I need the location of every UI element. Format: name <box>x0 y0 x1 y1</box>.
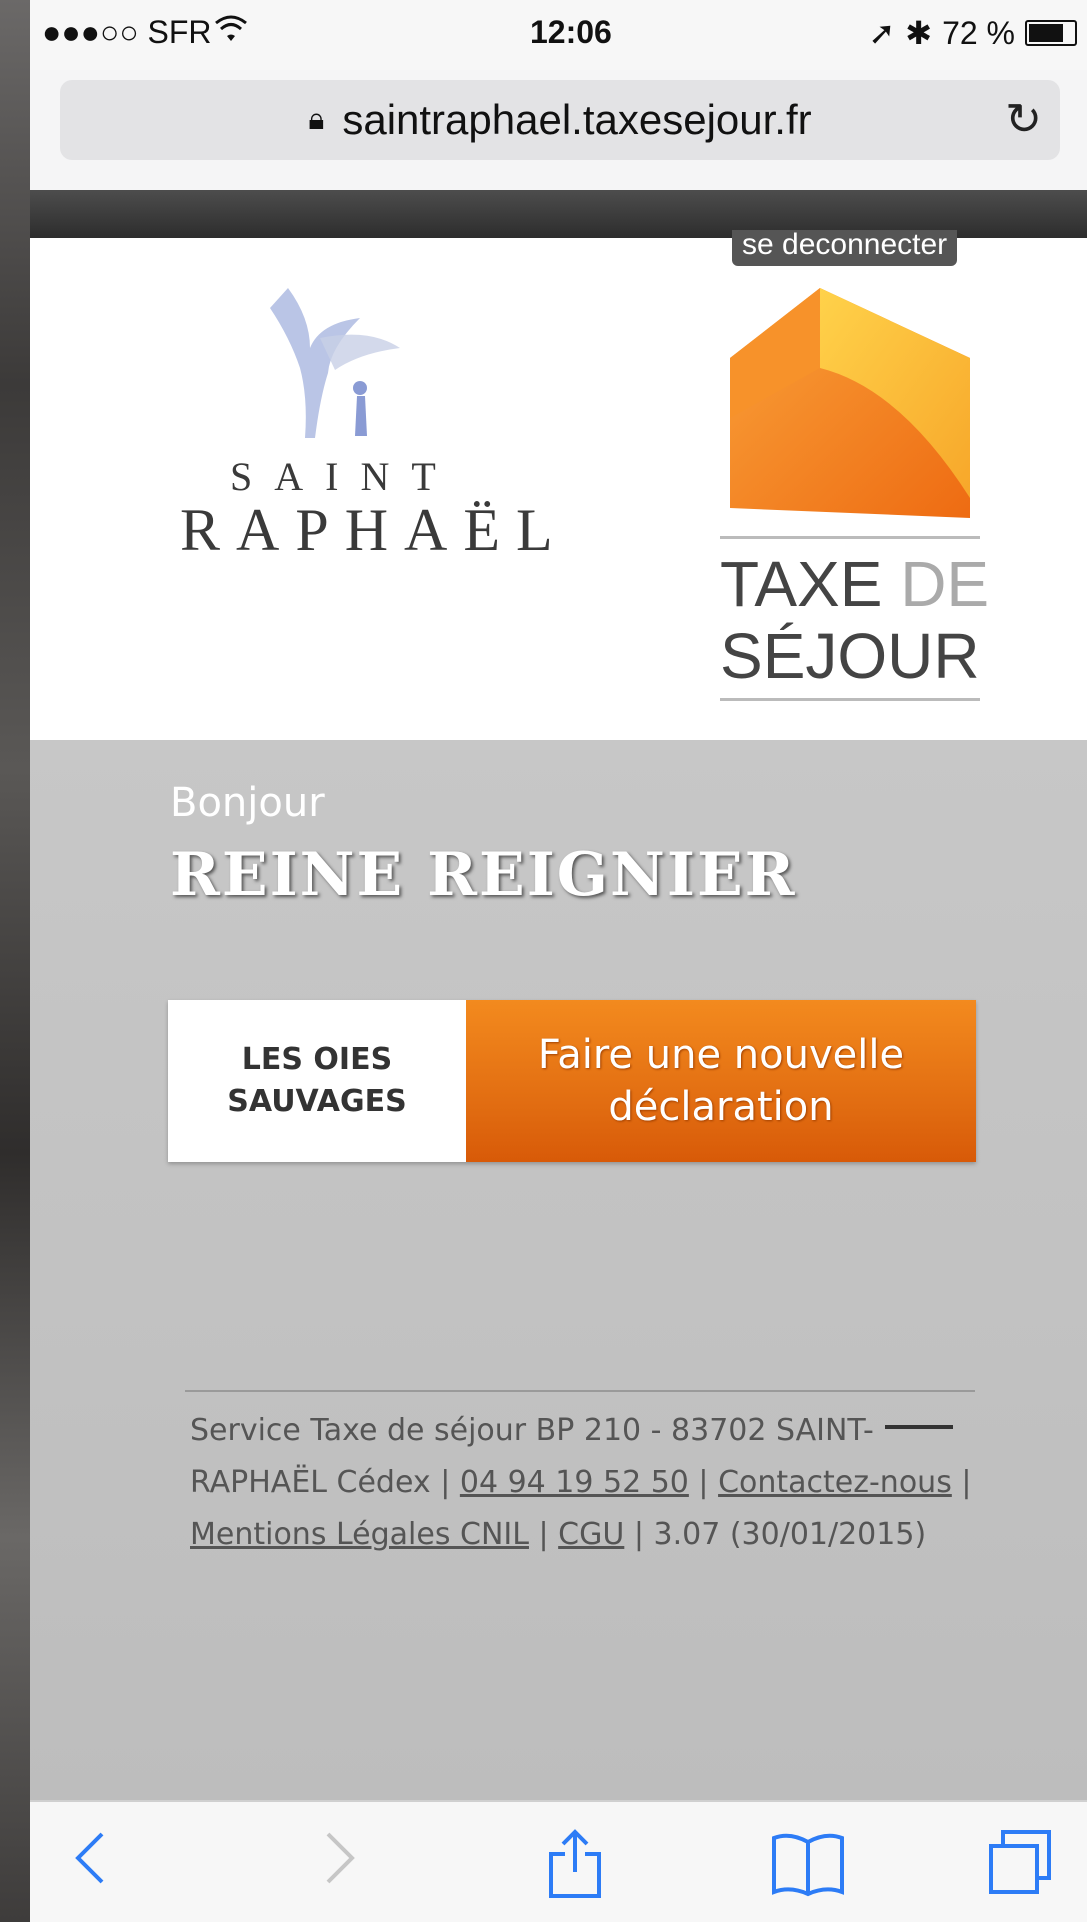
version-label: 3.07 (30/01/2015) <box>653 1517 927 1552</box>
carrier-label: ●●●○○ SFR <box>42 14 212 50</box>
clock: 12:06 <box>530 14 612 50</box>
tabs-icon[interactable] <box>985 1828 1055 1908</box>
property-card: LES OIES SAUVAGES Faire une nouvelle déc… <box>168 1000 976 1162</box>
bookmarks-icon[interactable] <box>770 1828 846 1908</box>
main-content: Bonjour REINE REIGNIER LES OIES SAUVAGES… <box>30 740 1087 1800</box>
location-arrow-icon: ➚ <box>868 15 896 51</box>
greeting-label: Bonjour <box>170 780 325 826</box>
new-declaration-button[interactable]: Faire une nouvelle déclaration <box>466 1000 976 1162</box>
battery-icon <box>1025 20 1077 46</box>
wifi-icon <box>215 14 247 51</box>
lock-icon: 🔒︎ <box>308 103 325 136</box>
browser-toolbar <box>30 1800 1087 1922</box>
tax-logo-text: TAXE DE SÉJOUR <box>720 548 989 692</box>
status-bar: ●●●○○ SFR 12:06 ➚ ✱ 72 % <box>30 0 1087 70</box>
city-name-bottom: RAPHAËL <box>180 497 569 563</box>
background-strip <box>0 0 30 1922</box>
footer-text: Service Taxe de séjour BP 210 - 83702 SA… <box>190 1413 972 1552</box>
user-name: REINE REIGNIER <box>170 840 797 910</box>
footer-divider <box>185 1390 975 1392</box>
logo-divider-bottom <box>720 698 980 701</box>
share-icon[interactable] <box>545 1828 605 1908</box>
cgu-link[interactable]: CGU <box>558 1517 624 1552</box>
property-name[interactable]: LES OIES SAUVAGES <box>168 1000 466 1162</box>
contact-link[interactable]: Contactez-nous <box>718 1465 952 1500</box>
tax-logo-word-de: DE <box>900 548 990 620</box>
city-name-top: SAINT <box>230 454 458 499</box>
phone-link[interactable]: 04 94 19 52 50 <box>460 1465 689 1500</box>
status-right: ➚ ✱ 72 % <box>868 14 1077 52</box>
logout-button[interactable]: se deconnecter <box>732 230 958 266</box>
tax-logo-word-taxe: TAXE <box>720 548 883 620</box>
reload-icon[interactable]: ↻ <box>1005 94 1042 145</box>
logo-area: SAINT RAPHAËL TAXE DE SÉJOUR <box>30 238 1087 740</box>
tax-house-logo <box>730 288 970 518</box>
bluetooth-icon: ✱ <box>905 15 933 51</box>
url-text: saintraphael.taxesejour.fr <box>342 96 812 143</box>
logo-divider-top <box>720 536 980 539</box>
address-bar[interactable]: 🔒︎ saintraphael.taxesejour.fr ↻ <box>60 80 1060 160</box>
forward-icon[interactable] <box>320 1828 360 1898</box>
back-icon[interactable] <box>70 1828 110 1898</box>
battery-percent: 72 % <box>942 14 1015 51</box>
phone-screen: ●●●○○ SFR 12:06 ➚ ✱ 72 % 🔒︎ saintraphael… <box>30 0 1087 1922</box>
legal-link[interactable]: Mentions Légales CNIL <box>190 1517 529 1552</box>
tax-logo-word-sejour: SÉJOUR <box>720 620 980 692</box>
